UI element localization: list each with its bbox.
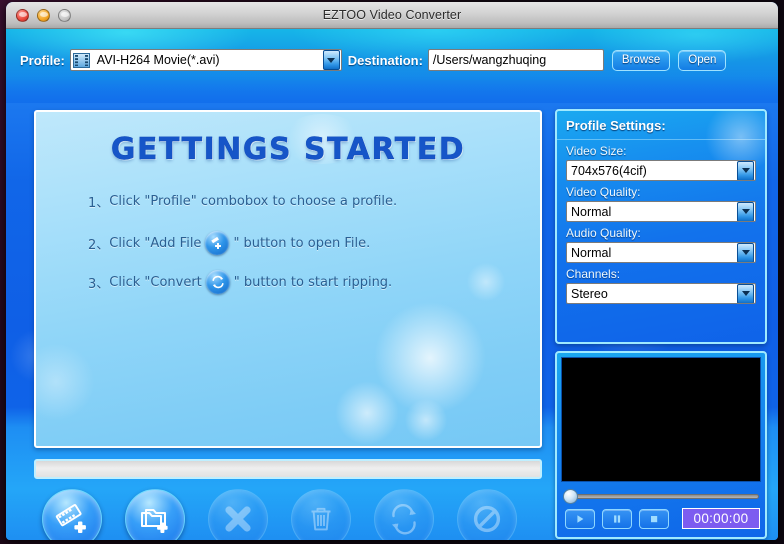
step-number: 2、 <box>88 234 109 253</box>
step-text: Click "Profile" combobox to choose a pro… <box>109 194 397 209</box>
application-window: EZTOO Video Converter Profile: AVI-H264 … <box>6 2 778 540</box>
channels-value: Stereo <box>567 287 737 301</box>
profile-combobox[interactable]: AVI-H264 Movie(*.avi) <box>70 49 342 71</box>
audio-quality-combobox[interactable]: Normal <box>566 242 756 263</box>
clear-all-button[interactable] <box>291 489 351 540</box>
chevron-down-icon[interactable] <box>323 50 340 70</box>
profile-label: Profile: <box>20 53 65 68</box>
progress-bar <box>34 459 542 479</box>
add-file-button[interactable] <box>42 489 102 540</box>
stop-button[interactable] <box>639 509 669 529</box>
pause-button[interactable] <box>602 509 632 529</box>
chevron-down-icon[interactable] <box>737 284 754 304</box>
chevron-down-icon[interactable] <box>737 202 754 222</box>
bokeh-decoration <box>372 300 488 416</box>
chevron-down-icon[interactable] <box>737 161 754 181</box>
video-quality-combobox[interactable]: Normal <box>566 201 756 222</box>
channels-combobox[interactable]: Stereo <box>566 283 756 304</box>
profile-settings-panel: Profile Settings: Video Size: 704x576(4c… <box>555 109 767 344</box>
bokeh-decoration <box>34 342 96 422</box>
video-size-value: 704x576(4cif) <box>567 164 737 178</box>
minimize-button[interactable] <box>37 9 50 22</box>
desktop-background: EZTOO Video Converter Profile: AVI-H264 … <box>0 0 784 544</box>
video-size-combobox[interactable]: 704x576(4cif) <box>566 160 756 181</box>
setting-row-video-quality: Video Quality: Normal <box>557 181 765 222</box>
app-body: Profile: AVI-H264 Movie(*.avi) Destinati… <box>6 29 778 540</box>
destination-input[interactable]: /Users/wangzhuqing <box>428 49 604 71</box>
step-item: 3、 Click "Convert " button to start ripp… <box>88 270 392 294</box>
seek-track[interactable] <box>571 494 759 499</box>
add-folder-button[interactable] <box>125 489 185 540</box>
convert-icon <box>206 270 230 294</box>
open-button[interactable]: Open <box>678 50 726 71</box>
channels-label: Channels: <box>566 267 756 283</box>
video-surface[interactable] <box>561 357 761 482</box>
chevron-down-icon[interactable] <box>737 243 754 263</box>
bokeh-decoration <box>466 262 506 302</box>
video-preview-panel: 00:00:00 <box>555 351 767 539</box>
seek-bar[interactable] <box>563 489 761 503</box>
timecode-display: 00:00:00 <box>682 508 760 529</box>
getting-started-panel: GETTINGS STARTED 1、 Click "Profile" comb… <box>34 110 542 448</box>
play-button[interactable] <box>565 509 595 529</box>
window-controls <box>16 9 71 22</box>
step-number: 1、 <box>88 192 109 211</box>
title-bar: EZTOO Video Converter <box>6 2 778 29</box>
audio-quality-value: Normal <box>567 246 737 260</box>
convert-button[interactable] <box>374 489 434 540</box>
setting-row-audio-quality: Audio Quality: Normal <box>557 222 765 263</box>
step-number: 3、 <box>88 273 109 292</box>
setting-row-channels: Channels: Stereo <box>557 263 765 304</box>
step-text: Click "Add File <box>109 236 201 251</box>
profile-value: AVI-H264 Movie(*.avi) <box>93 53 323 67</box>
audio-quality-label: Audio Quality: <box>566 226 756 242</box>
bokeh-decoration <box>334 380 400 446</box>
remove-button[interactable] <box>208 489 268 540</box>
add-file-icon <box>205 231 229 255</box>
step-item: 1、 Click "Profile" combobox to choose a … <box>88 192 397 211</box>
destination-value: /Users/wangzhuqing <box>433 53 546 67</box>
page-title: GETTINGS STARTED <box>36 132 540 167</box>
destination-label: Destination: <box>348 53 423 68</box>
browse-button[interactable]: Browse <box>612 50 670 71</box>
close-button[interactable] <box>16 9 29 22</box>
bokeh-decoration <box>404 398 448 442</box>
step-text-after: " button to start ripping. <box>234 275 392 290</box>
action-button-bar <box>42 489 547 540</box>
video-quality-value: Normal <box>567 205 737 219</box>
window-title: EZTOO Video Converter <box>323 8 462 22</box>
zoom-button[interactable] <box>58 9 71 22</box>
playback-controls: 00:00:00 <box>565 508 760 529</box>
top-toolbar: Profile: AVI-H264 Movie(*.avi) Destinati… <box>6 29 778 91</box>
stop-button[interactable] <box>457 489 517 540</box>
step-text: Click "Convert <box>109 275 202 290</box>
film-strip-icon <box>73 53 90 68</box>
seek-thumb[interactable] <box>563 489 578 504</box>
step-item: 2、 Click "Add File " button to open File… <box>88 231 370 255</box>
step-text-after: " button to open File. <box>233 236 370 251</box>
video-quality-label: Video Quality: <box>566 185 756 201</box>
